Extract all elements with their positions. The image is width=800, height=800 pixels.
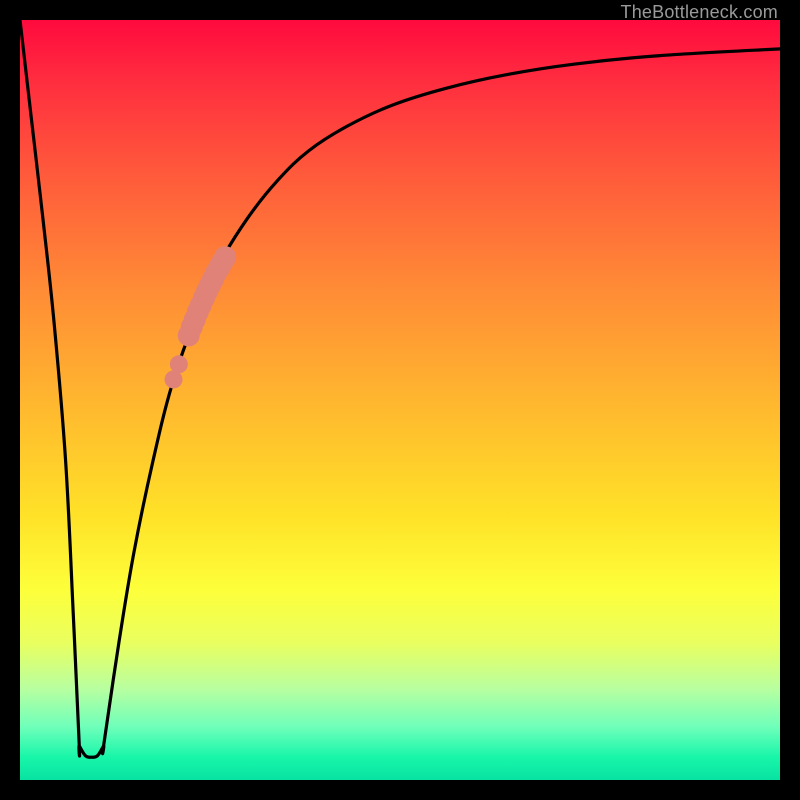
- chart-frame: TheBottleneck.com: [0, 0, 800, 800]
- highlight-dot: [214, 246, 236, 268]
- highlight-dot: [170, 355, 188, 373]
- bottleneck-curve: [20, 20, 780, 757]
- attribution-text: TheBottleneck.com: [621, 2, 778, 23]
- plot-area: [20, 20, 780, 780]
- highlight-dots: [165, 246, 237, 388]
- chart-svg: [20, 20, 780, 780]
